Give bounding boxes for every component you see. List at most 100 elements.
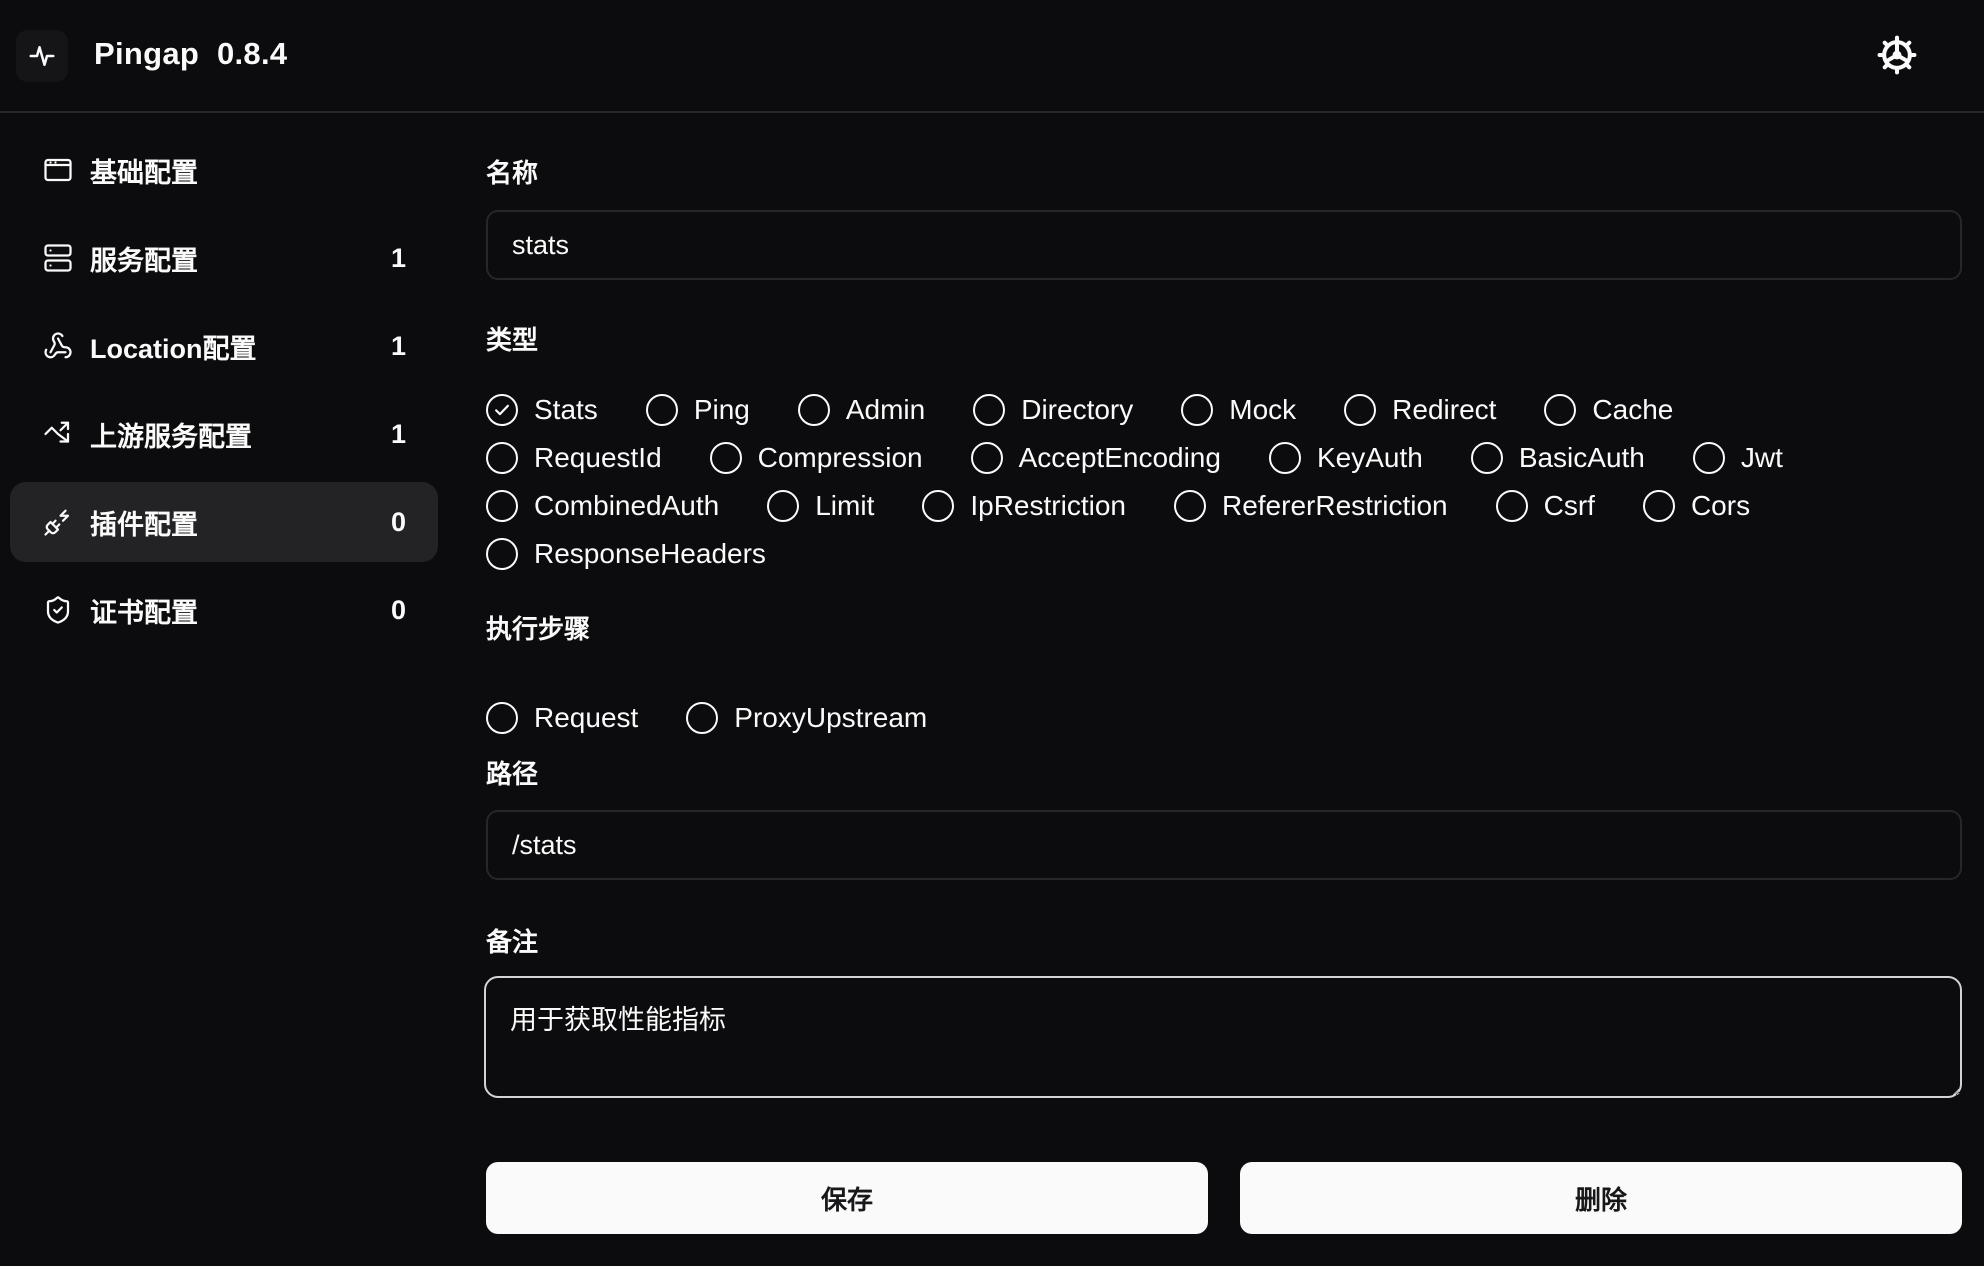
app-header: Pingap 0.8.4 xyxy=(0,0,1984,113)
radio-label: Mock xyxy=(1229,394,1297,425)
trending-arrows-icon xyxy=(44,421,70,443)
radio-label: Redirect xyxy=(1392,394,1497,425)
gear-icon xyxy=(1877,35,1917,75)
sidebar-item-count: 1 xyxy=(390,242,406,273)
radio-unchecked-icon[interactable] xyxy=(1268,442,1301,474)
sidebar-item-label: 上游服务配置 xyxy=(90,421,252,452)
radio-label: Cors xyxy=(1690,490,1751,521)
radio-unchecked-icon[interactable] xyxy=(970,442,1003,474)
webhook-icon xyxy=(44,332,72,359)
radio-unchecked-icon[interactable] xyxy=(686,702,719,734)
radio-label: RequestId xyxy=(534,442,662,473)
radio-unchecked-icon[interactable] xyxy=(1495,490,1528,522)
radio-option-basicauth[interactable]: BasicAuth xyxy=(1470,438,1645,478)
radio-unchecked-icon[interactable] xyxy=(486,490,518,522)
radio-unchecked-icon[interactable] xyxy=(1181,394,1214,426)
radio-option-responseheaders[interactable]: ResponseHeaders xyxy=(486,534,766,574)
type-radio-row: Stats Ping Admin Directory Mock Redirect Cache xyxy=(486,390,1721,430)
radio-label: KeyAuth xyxy=(1316,442,1423,473)
sidebar-item-count: 0 xyxy=(390,506,406,537)
radio-unchecked-icon[interactable] xyxy=(1544,394,1577,426)
sidebar-item-label: 基础配置 xyxy=(90,157,198,188)
radio-option-stats[interactable]: Stats xyxy=(486,390,598,430)
radio-unchecked-icon[interactable] xyxy=(1470,442,1503,474)
radio-option-admin[interactable]: Admin xyxy=(797,390,926,430)
radio-option-cache[interactable]: Cache xyxy=(1544,390,1673,430)
sidebar-item-plugin-config[interactable]: 插件配置 0 xyxy=(10,482,438,562)
radio-unchecked-icon[interactable] xyxy=(922,490,955,522)
radio-option-cors[interactable]: Cors xyxy=(1642,486,1751,526)
radio-label: Ping xyxy=(693,394,750,425)
sidebar-item-label: 服务配置 xyxy=(90,245,198,276)
radio-option-request[interactable]: Request xyxy=(486,698,638,738)
remark-textarea[interactable]: 用于获取性能指标 xyxy=(484,976,1962,1098)
radio-unchecked-icon[interactable] xyxy=(645,394,678,426)
name-label: 名称 xyxy=(486,158,539,188)
sidebar-item-certificate-config[interactable]: 证书配置 0 xyxy=(10,570,438,650)
step-label: 执行步骤 xyxy=(486,614,591,644)
radio-unchecked-icon[interactable] xyxy=(1344,394,1377,426)
radio-option-mock[interactable]: Mock xyxy=(1181,390,1296,430)
path-input[interactable] xyxy=(486,810,1962,880)
radio-label: Admin xyxy=(845,394,926,425)
radio-label: Limit xyxy=(815,490,875,521)
app-title: Pingap 0.8.4 xyxy=(94,36,287,72)
radio-unchecked-icon[interactable] xyxy=(1692,442,1725,474)
sidebar-item-server-config[interactable]: 服务配置 1 xyxy=(10,218,438,298)
radio-option-requestid[interactable]: RequestId xyxy=(486,438,662,478)
check-icon xyxy=(495,404,509,416)
radio-unchecked-icon[interactable] xyxy=(486,702,518,734)
radio-unchecked-icon[interactable] xyxy=(486,442,518,474)
radio-option-acceptencoding[interactable]: AcceptEncoding xyxy=(970,438,1221,478)
radio-label: AcceptEncoding xyxy=(1018,442,1221,473)
radio-label: Jwt xyxy=(1740,442,1783,473)
radio-unchecked-icon[interactable] xyxy=(767,490,800,522)
type-radio-row: ResponseHeaders xyxy=(486,534,814,574)
radio-option-csrf[interactable]: Csrf xyxy=(1495,486,1595,526)
sidebar-item-basic-config[interactable]: 基础配置 xyxy=(10,130,438,210)
radio-unchecked-icon[interactable] xyxy=(709,442,742,474)
radio-label: Csrf xyxy=(1543,490,1595,521)
save-button[interactable]: 保存 xyxy=(486,1162,1208,1234)
sidebar-item-count: 1 xyxy=(390,418,406,449)
radio-option-compression[interactable]: Compression xyxy=(709,438,923,478)
type-radio-row: CombinedAuth Limit IpRestriction RefererRes… xyxy=(486,486,1798,526)
sidebar-item-location-config[interactable]: Location配置 1 xyxy=(10,306,438,386)
radio-unchecked-icon[interactable] xyxy=(1642,490,1675,522)
name-input[interactable] xyxy=(486,210,1962,280)
activity-pulse-icon xyxy=(29,46,55,66)
type-label: 类型 xyxy=(486,325,539,355)
radio-option-refererrestriction[interactable]: RefererRestriction xyxy=(1173,486,1448,526)
app-window-icon xyxy=(44,158,72,182)
radio-label: IpRestriction xyxy=(970,490,1126,521)
radio-label: Request xyxy=(534,702,639,733)
radio-option-keyauth[interactable]: KeyAuth xyxy=(1268,438,1423,478)
radio-option-redirect[interactable]: Redirect xyxy=(1344,390,1496,430)
radio-option-directory[interactable]: Directory xyxy=(973,390,1133,430)
radio-label: ResponseHeaders xyxy=(534,538,766,569)
app-logo[interactable] xyxy=(16,30,68,82)
radio-unchecked-icon[interactable] xyxy=(1173,490,1206,522)
radio-option-jwt[interactable]: Jwt xyxy=(1692,438,1783,478)
settings-button[interactable] xyxy=(1872,30,1922,80)
sidebar-item-count: 1 xyxy=(390,330,406,361)
radio-option-iprestriction[interactable]: IpRestriction xyxy=(922,486,1126,526)
radio-unchecked-icon[interactable] xyxy=(797,394,830,426)
radio-unchecked-icon[interactable] xyxy=(486,538,518,570)
app-name: Pingap xyxy=(94,36,200,71)
radio-label: RefererRestriction xyxy=(1221,490,1448,521)
radio-option-combinedauth[interactable]: CombinedAuth xyxy=(486,486,719,526)
radio-option-ping[interactable]: Ping xyxy=(645,390,750,430)
sidebar-item-count: 0 xyxy=(390,594,406,625)
radio-unchecked-icon[interactable] xyxy=(973,394,1006,426)
radio-option-limit[interactable]: Limit xyxy=(767,486,874,526)
radio-label: Cache xyxy=(1592,394,1674,425)
radio-checked-icon[interactable] xyxy=(486,394,518,426)
radio-option-proxyupstream[interactable]: ProxyUpstream xyxy=(686,698,927,738)
server-icon xyxy=(44,244,72,272)
sidebar-item-upstream-config[interactable]: 上游服务配置 1 xyxy=(10,394,438,474)
remark-label: 备注 xyxy=(486,927,539,957)
delete-button[interactable]: 删除 xyxy=(1240,1162,1962,1234)
plug-zap-icon xyxy=(44,509,70,536)
path-label: 路径 xyxy=(486,759,539,789)
